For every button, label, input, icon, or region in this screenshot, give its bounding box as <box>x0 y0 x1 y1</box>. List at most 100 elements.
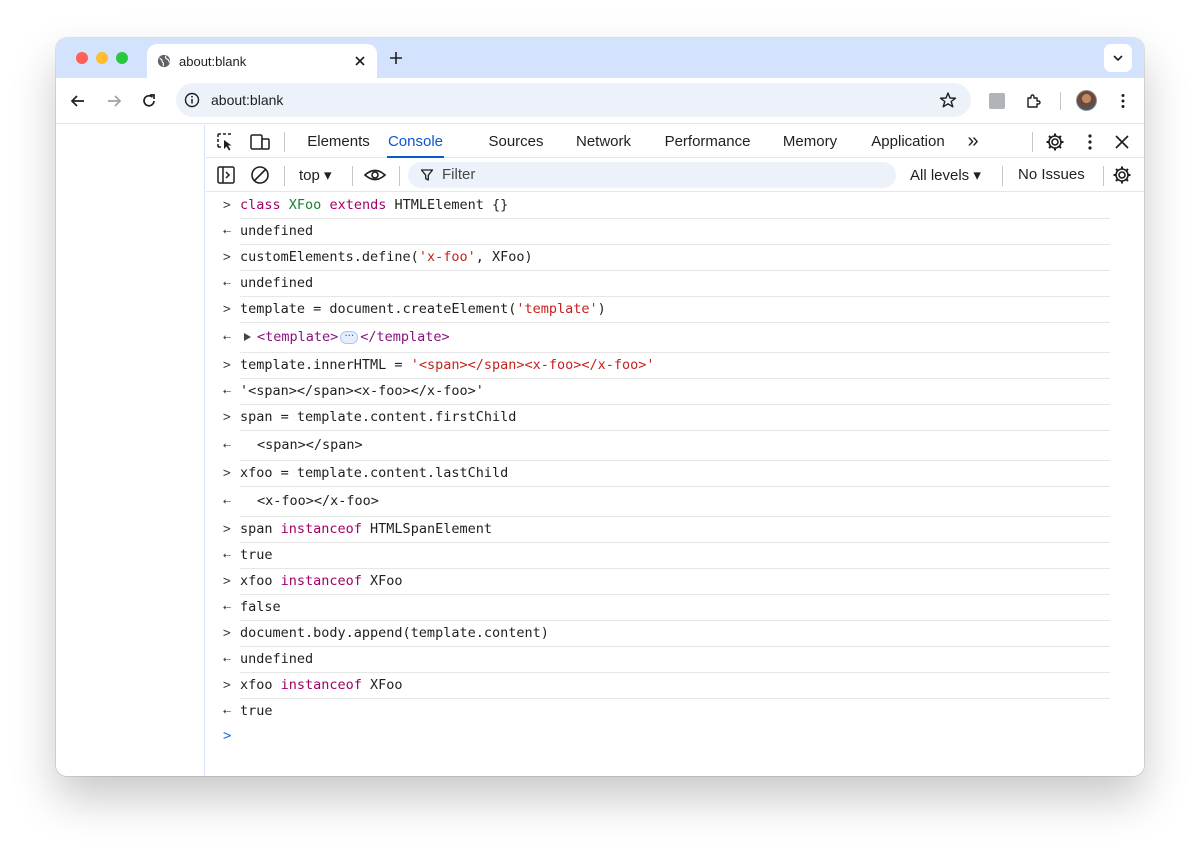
console-input-row[interactable]: > xfoo instanceof XFoo <box>223 673 1110 699</box>
keyword: instanceof <box>280 677 362 693</box>
result-arrow-icon: ⇠ <box>223 330 231 345</box>
settings-gear-icon[interactable] <box>1045 132 1065 152</box>
result-value: <span></span> <box>257 437 363 453</box>
console-input-row[interactable]: > xfoo instanceof XFoo <box>223 569 1110 595</box>
result-arrow-icon: ⇠ <box>223 600 231 615</box>
forward-arrow-icon[interactable] <box>105 92 123 110</box>
console-input-row[interactable]: > customElements.define('x-foo', XFoo) <box>223 245 1110 271</box>
clear-console-icon[interactable] <box>250 165 270 185</box>
page-viewport[interactable] <box>56 125 205 776</box>
console-input-row[interactable]: > document.body.append(template.content) <box>223 621 1110 647</box>
code-text: xfoo = template.content.lastChild <box>240 465 509 481</box>
issues-counter[interactable]: No Issues <box>1018 166 1085 183</box>
devtools-menu-icon[interactable] <box>1083 132 1097 152</box>
input-chevron-icon: > <box>223 198 231 213</box>
console-input-row[interactable]: > xfoo = template.content.lastChild <box>223 461 1110 487</box>
kebab-menu-icon[interactable] <box>1114 92 1132 110</box>
context-selector[interactable]: top ▾ <box>299 166 332 184</box>
console-result-row[interactable]: ⇠ false <box>223 595 1110 621</box>
reload-icon[interactable] <box>140 92 158 110</box>
expand-ellipsis-button[interactable]: ··· <box>340 330 359 344</box>
devtools-panel: Elements Console Sources Network Perform… <box>206 125 1144 776</box>
string-literal: '<span></span><x-foo></x-foo>' <box>410 357 655 373</box>
console-result-row[interactable]: ⇠ true <box>223 699 1110 724</box>
console-result-row[interactable]: ⇠ <template> ··· </template> <box>223 323 1110 353</box>
tab-memory[interactable]: Memory <box>780 125 840 158</box>
result-arrow-icon: ⇠ <box>223 224 231 239</box>
browser-tab[interactable]: about:blank <box>147 44 377 78</box>
close-tab-icon[interactable] <box>353 54 367 68</box>
chevron-down-icon <box>1113 55 1123 62</box>
address-bar[interactable]: about:blank <box>176 83 971 117</box>
string-literal: 'template' <box>516 301 598 317</box>
code-text: XFoo <box>361 573 403 589</box>
input-chevron-icon: > <box>223 678 231 693</box>
result-arrow-icon: ⇠ <box>223 652 231 667</box>
result-value: undefined <box>240 275 314 291</box>
tab-search-button[interactable] <box>1104 44 1132 72</box>
console-toolbar: top ▾ Filter All levels ▾ No Issues <box>206 159 1144 192</box>
result-arrow-icon: ⇠ <box>223 704 231 719</box>
globe-icon <box>157 54 171 68</box>
expand-triangle-icon[interactable] <box>244 333 251 341</box>
result-value: true <box>240 547 273 563</box>
toolbar-separator <box>1002 166 1003 186</box>
site-info-icon[interactable] <box>184 92 200 108</box>
console-output[interactable]: > class XFoo extends HTMLElement {} ⇠ un… <box>206 193 1144 776</box>
result-arrow-icon: ⇠ <box>223 494 231 509</box>
tab-network[interactable]: Network <box>573 125 634 158</box>
console-settings-gear-icon[interactable] <box>1112 165 1132 185</box>
device-toolbar-icon[interactable] <box>249 132 271 152</box>
console-prompt-input[interactable]: > <box>223 724 1144 749</box>
maximize-window-button[interactable] <box>116 52 128 64</box>
url-text: about:blank <box>211 92 284 108</box>
back-arrow-icon[interactable] <box>69 92 87 110</box>
console-filter-input[interactable]: Filter <box>408 162 896 188</box>
close-devtools-icon[interactable] <box>1113 133 1131 151</box>
console-input-row[interactable]: > span = template.content.firstChild <box>223 405 1110 431</box>
extension-icon[interactable] <box>989 93 1005 109</box>
console-result-row[interactable]: ⇠ <x-foo></x-foo> <box>223 487 1110 517</box>
tab-elements[interactable]: Elements <box>305 125 372 158</box>
console-result-row[interactable]: ⇠ undefined <box>223 219 1110 245</box>
extensions-puzzle-icon[interactable] <box>1025 92 1043 110</box>
code-text: ) <box>597 301 606 317</box>
bookmark-star-icon[interactable] <box>939 91 957 109</box>
new-tab-icon[interactable] <box>388 50 404 66</box>
code-text: XFoo <box>361 677 403 693</box>
log-levels-dropdown[interactable]: All levels ▾ <box>910 166 981 184</box>
keyword: class <box>240 197 281 213</box>
profile-avatar[interactable] <box>1076 90 1097 111</box>
console-input-row[interactable]: > class XFoo extends HTMLElement {} <box>223 193 1110 219</box>
console-result-row[interactable]: ⇠ undefined <box>223 271 1110 297</box>
tab-performance[interactable]: Performance <box>661 125 754 158</box>
tab-sources[interactable]: Sources <box>486 125 546 158</box>
prompt-chevron-icon: > <box>223 728 232 744</box>
result-value: true <box>240 703 273 719</box>
console-result-row[interactable]: ⇠ '<span></span><x-foo></x-foo>' <box>223 379 1110 405</box>
console-input-row[interactable]: > span instanceof HTMLSpanElement <box>223 517 1110 543</box>
tab-console[interactable]: Console <box>387 125 444 158</box>
inspect-element-icon[interactable] <box>216 132 236 152</box>
result-arrow-icon: ⇠ <box>223 548 231 563</box>
minimize-window-button[interactable] <box>96 52 108 64</box>
console-result-row[interactable]: ⇠ undefined <box>223 647 1110 673</box>
filter-funnel-icon <box>420 169 434 181</box>
console-input-row[interactable]: > template = document.createElement('tem… <box>223 297 1110 323</box>
devtools-tab-bar: Elements Console Sources Network Perform… <box>206 125 1144 158</box>
more-tabs-button[interactable]: » <box>963 125 983 158</box>
live-expression-eye-icon[interactable] <box>363 166 387 184</box>
keyword: extends <box>329 197 387 213</box>
filter-placeholder: Filter <box>442 166 476 183</box>
tab-application[interactable]: Application <box>867 125 949 158</box>
result-arrow-icon: ⇠ <box>223 384 231 399</box>
string-literal: 'x-foo' <box>418 249 476 265</box>
result-value: undefined <box>240 223 314 239</box>
close-window-button[interactable] <box>76 52 88 64</box>
code-text: customElements.define( <box>240 249 419 265</box>
console-result-row[interactable]: ⇠ <span></span> <box>223 431 1110 461</box>
console-result-row[interactable]: ⇠ true <box>223 543 1110 569</box>
result-value: '<span></span><x-foo></x-foo>' <box>240 383 484 399</box>
sidebar-toggle-icon[interactable] <box>216 165 236 185</box>
console-input-row[interactable]: > template.innerHTML = '<span></span><x-… <box>223 353 1110 379</box>
